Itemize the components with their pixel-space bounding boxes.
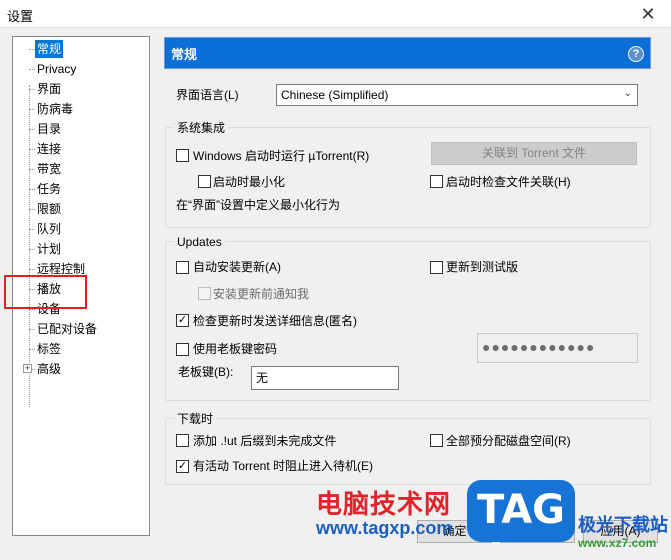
settings-window: 设置 ✕ 常规 Privacy 界面 防病毒 目录 连接 带宽 任务 限额 队列 计划 远程控制 播放设…: [0, 0, 671, 560]
title-bar: 设置 ✕: [0, 0, 671, 28]
tree-connector-branch: [29, 89, 35, 90]
tree-connector-branch: [29, 109, 35, 110]
download-title: 下载时: [174, 412, 217, 426]
prealloc-label: 全部预分配磁盘空间(R): [446, 434, 571, 448]
run-on-startup-label: Windows 启动时运行 µTorrent(R): [193, 149, 370, 163]
tree-connector-branch: [29, 309, 35, 310]
boss-key-password-label: 使用老板键密码: [193, 342, 278, 356]
tree-item[interactable]: 队列: [37, 220, 61, 238]
auto-install-checkbox[interactable]: [176, 261, 189, 274]
tree-connector-branch: [29, 349, 35, 350]
prevent-standby-checkbox[interactable]: ✓: [176, 460, 189, 473]
highlight-box: [4, 275, 87, 309]
tree-item[interactable]: Privacy: [37, 60, 76, 78]
append-ut-label: 添加 .!ut 后缀到未完成文件: [193, 434, 337, 448]
prealloc-checkbox[interactable]: [430, 434, 443, 447]
boss-key-password-field[interactable]: ●●●●●●●●●●●●: [477, 333, 638, 363]
tree-item[interactable]: 已配对设备: [37, 320, 97, 338]
send-info-label: 检查更新时发送详细信息(匿名): [193, 314, 357, 328]
tree-connector-branch: [29, 249, 35, 250]
tree-item[interactable]: 连接: [37, 140, 61, 158]
section-header: 常规 ?: [164, 37, 651, 69]
tree-item[interactable]: 标签: [37, 340, 61, 358]
tree-item[interactable]: 计划: [37, 240, 61, 258]
tree-item[interactable]: 目录: [37, 120, 61, 138]
tree-connector-branch: [29, 129, 35, 130]
chevron-down-icon: ⌄: [623, 88, 632, 99]
system-integration-title: 系统集成: [174, 121, 229, 135]
boss-key-input[interactable]: 无: [251, 366, 399, 390]
minimize-note: 在“界面”设置中定义最小化行为: [176, 198, 340, 212]
update-beta-label: 更新到测试版: [446, 260, 519, 274]
page-title: 常规: [171, 47, 198, 62]
start-minimized-checkbox[interactable]: [198, 175, 211, 188]
update-beta-checkbox[interactable]: [430, 261, 443, 274]
notify-before-checkbox[interactable]: [198, 287, 211, 300]
tree-item[interactable]: 常规: [35, 40, 64, 58]
tree-item[interactable]: 限额: [37, 200, 61, 218]
help-icon[interactable]: ?: [628, 46, 644, 62]
prevent-standby-label: 有活动 Torrent 时阻止进入待机(E): [193, 459, 374, 473]
language-select[interactable]: Chinese (Simplified) ⌄: [276, 84, 638, 106]
watermark-logo: TAG: [467, 480, 575, 542]
auto-install-label: 自动安装更新(A): [193, 260, 281, 274]
language-label: 界面语言(L): [176, 88, 239, 102]
tree-connector: [29, 85, 30, 407]
send-info-checkbox[interactable]: ✓: [176, 314, 189, 327]
boss-key-label: 老板键(B):: [178, 365, 234, 379]
check-association-checkbox[interactable]: [430, 175, 443, 188]
tree-item[interactable]: 界面: [37, 80, 61, 98]
watermark-url: www.tagxp.com: [316, 518, 453, 538]
tree-connector-branch: [29, 149, 35, 150]
tree-connector-branch: [29, 269, 35, 270]
watermark-site: 极光下载站: [578, 515, 668, 535]
tree-connector-branch: [29, 209, 35, 210]
window-title: 设置: [7, 9, 34, 24]
check-association-label: 启动时检查文件关联(H): [446, 175, 571, 189]
language-value: Chinese (Simplified): [281, 88, 389, 102]
run-on-startup-checkbox[interactable]: [176, 149, 189, 162]
tree-connector-branch: [29, 69, 35, 70]
tree-item[interactable]: 带宽: [37, 160, 61, 178]
boss-key-password-checkbox[interactable]: [176, 343, 189, 356]
watermark-brand: 电脑技术网: [316, 490, 452, 520]
tree-item[interactable]: 任务: [37, 180, 61, 198]
append-ut-checkbox[interactable]: [176, 434, 189, 447]
associate-torrent-button[interactable]: 关联到 Torrent 文件: [431, 142, 637, 165]
updates-title: Updates: [174, 235, 225, 249]
tree-connector-branch: [29, 189, 35, 190]
tree-connector-branch: [29, 169, 35, 170]
tree-connector-branch: [29, 329, 35, 330]
close-icon[interactable]: ✕: [625, 0, 671, 28]
expand-icon[interactable]: +: [23, 364, 32, 373]
tree-connector-branch: [29, 229, 35, 230]
notify-before-label: 安装更新前通知我: [213, 287, 310, 301]
tree-item[interactable]: 高级: [37, 360, 61, 378]
download-group: [165, 418, 651, 485]
tree-item[interactable]: 防病毒: [37, 100, 73, 118]
watermark-site-url: www.xz7.com: [578, 536, 657, 550]
start-minimized-label: 启动时最小化: [213, 175, 286, 189]
